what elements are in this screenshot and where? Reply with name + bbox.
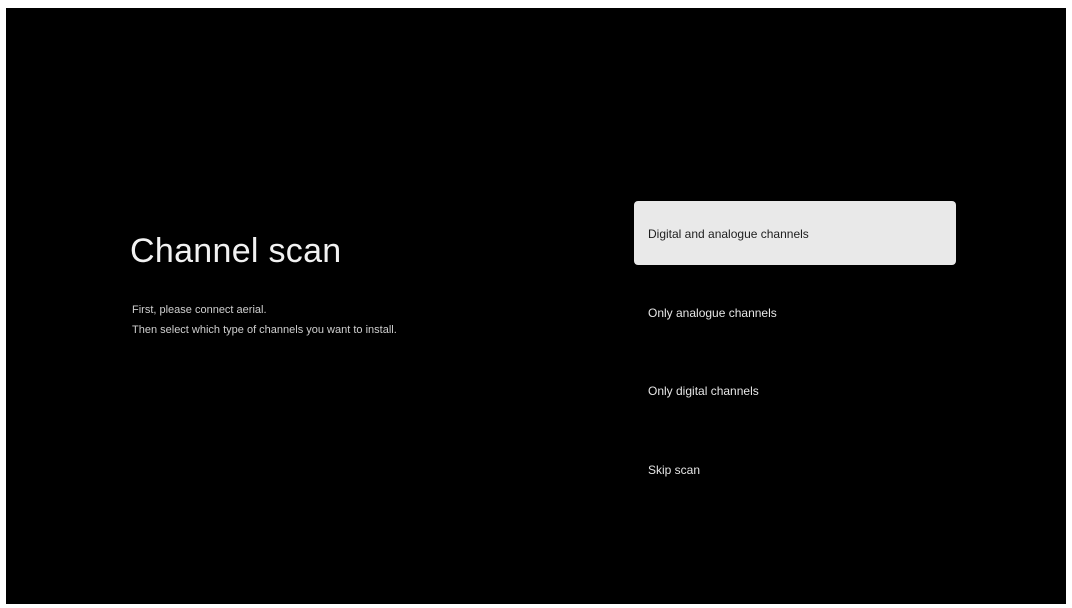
option-label: Only analogue channels xyxy=(648,306,777,320)
option-only-analogue[interactable]: Only analogue channels xyxy=(634,281,956,345)
description-line-1: First, please connect aerial. xyxy=(132,304,267,316)
page-title: Channel scan xyxy=(130,232,342,270)
option-label: Digital and analogue channels xyxy=(648,227,809,241)
tv-setup-screen: Channel scan First, please connect aeria… xyxy=(6,8,1066,604)
page-description: First, please connect aerial. Then selec… xyxy=(132,300,397,340)
option-only-digital[interactable]: Only digital channels xyxy=(634,359,956,423)
option-skip-scan[interactable]: Skip scan xyxy=(634,438,956,502)
option-label: Skip scan xyxy=(648,463,701,477)
option-label: Only digital channels xyxy=(648,384,759,398)
option-digital-and-analogue[interactable]: Digital and analogue channels xyxy=(634,201,956,265)
description-line-2: Then select which type of channels you w… xyxy=(132,324,397,336)
